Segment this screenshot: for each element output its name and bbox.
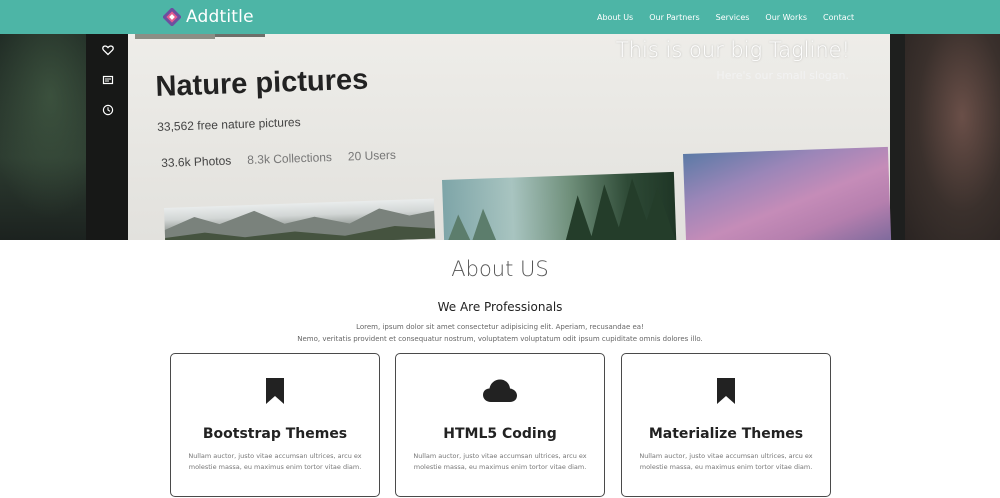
service-card-bootstrap[interactable]: Bootstrap Themes Nullam auctor, justo vi…: [170, 353, 380, 497]
laptop-bezel: [86, 34, 128, 240]
about-subtitle: We Are Professionals: [437, 300, 563, 314]
navbar: Addtitle About Us Our Partners Services …: [0, 0, 1000, 34]
about-paragraph-line-2: Nemo, veritatis provident et consequatur…: [297, 335, 703, 343]
nav-link-our-works[interactable]: Our Works: [765, 13, 807, 22]
nav-link-about-us[interactable]: About Us: [597, 13, 633, 22]
stat-collections: 8.3k Collections: [247, 150, 333, 167]
card-title: Materialize Themes: [648, 426, 804, 442]
heart-icon: [101, 44, 115, 58]
screen-thumbnail: [215, 34, 265, 37]
nav-link-services[interactable]: Services: [716, 13, 750, 22]
clock-icon: [101, 104, 115, 118]
logo-icon: [162, 7, 182, 27]
screen-thumbnail: [135, 34, 215, 39]
hero-tagline: This is our big Tagline!: [615, 38, 850, 62]
card-title: Bootstrap Themes: [202, 426, 348, 442]
brand[interactable]: Addtitle: [162, 5, 254, 29]
stat-users: 20 Users: [347, 147, 397, 164]
card-text: Nullam auctor, justo vitae accumsan ultr…: [188, 452, 362, 471]
photo-sunset: [683, 146, 892, 240]
service-card-materialize[interactable]: Materialize Themes Nullam auctor, justo …: [621, 353, 831, 497]
photo-forest: [442, 171, 677, 240]
image-icon: [101, 74, 115, 88]
cloud-icon: [396, 378, 604, 406]
bookmark-icon: [622, 378, 830, 406]
card-text: Nullam auctor, justo vitae accumsan ultr…: [413, 452, 587, 471]
card-text: Nullam auctor, justo vitae accumsan ultr…: [639, 452, 813, 471]
stat-photos: 33.6k Photos: [161, 153, 232, 170]
hero-slogan: Here's our small slogan.: [716, 69, 849, 82]
about-title: About US: [451, 257, 549, 281]
hero-banner: Nature pictures 33,562 free nature pictu…: [0, 34, 1000, 240]
page: Addtitle About Us Our Partners Services …: [0, 0, 1000, 498]
nav-link-contact[interactable]: Contact: [823, 13, 854, 22]
service-card-html5[interactable]: HTML5 Coding Nullam auctor, justo vitae …: [395, 353, 605, 497]
card-title: HTML5 Coding: [443, 426, 557, 442]
nav-links: About Us Our Partners Services Our Works…: [597, 0, 870, 34]
nav-link-our-partners[interactable]: Our Partners: [649, 13, 699, 22]
about-paragraph-line-1: Lorem, ipsum dolor sit amet consectetur …: [356, 323, 644, 331]
brand-name: Addtitle: [186, 7, 254, 27]
bookmark-icon: [171, 378, 379, 406]
hero-background-right: [905, 34, 1000, 240]
